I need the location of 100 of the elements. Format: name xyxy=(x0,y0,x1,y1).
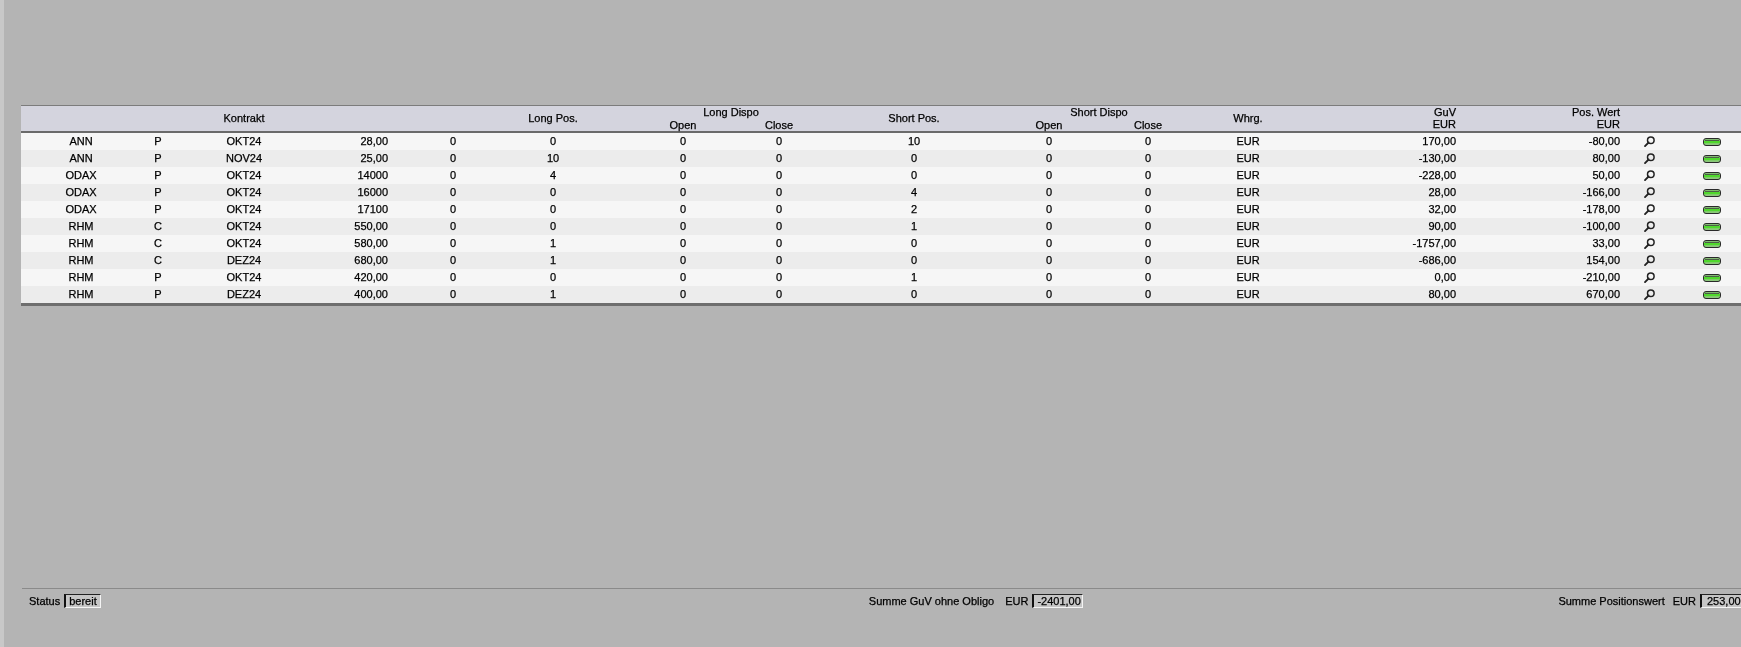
table-cell: -166,00 xyxy=(1460,183,1624,201)
table-cell: 0 xyxy=(731,217,846,235)
table-cell: 0 xyxy=(731,183,846,201)
search-icon[interactable] xyxy=(1643,238,1655,250)
search-icon[interactable] xyxy=(1643,204,1655,216)
table-cell: EUR xyxy=(1198,131,1300,150)
capsule-icon[interactable] xyxy=(1703,137,1721,146)
table-cell: 17100 xyxy=(309,200,392,218)
table-cell: DEZ24 xyxy=(201,285,309,304)
table-cell: 0 xyxy=(392,131,503,150)
table-cell: OKT24 xyxy=(201,166,309,184)
table-cell: 0 xyxy=(1098,131,1198,150)
table-cell: 0 xyxy=(618,200,731,218)
table-cell: EUR xyxy=(1198,166,1300,184)
currency-label: EUR xyxy=(1672,595,1696,607)
table-cell: ODAX xyxy=(21,183,120,201)
sum-field: 253,00 xyxy=(1700,594,1741,608)
capsule-icon[interactable] xyxy=(1703,290,1721,299)
table-cell: RHM xyxy=(21,268,120,286)
table-cell: 154,00 xyxy=(1460,251,1624,269)
column-header: Close xyxy=(1098,118,1198,132)
table-cell: 4 xyxy=(503,166,618,184)
table-cell: 0 xyxy=(503,217,618,235)
sum-field: -2401,00 xyxy=(1032,594,1084,608)
search-icon[interactable] xyxy=(1643,221,1655,233)
capsule-icon[interactable] xyxy=(1703,154,1721,163)
column-header: Long Pos. xyxy=(503,105,618,132)
table-cell: 680,00 xyxy=(309,251,392,269)
table-cell: 1 xyxy=(846,268,981,286)
table-cell: RHM xyxy=(21,285,120,304)
column-header: Open xyxy=(981,118,1098,132)
table-cell: 16000 xyxy=(309,183,392,201)
search-icon[interactable] xyxy=(1643,255,1655,267)
unit-label: EUR xyxy=(1595,118,1620,131)
capsule-icon[interactable] xyxy=(1703,188,1721,197)
table-cell: 50,00 xyxy=(1460,166,1624,184)
table-cell: EUR xyxy=(1198,268,1300,286)
capsule-icon[interactable] xyxy=(1703,205,1721,214)
capsule-icon[interactable] xyxy=(1703,273,1721,282)
table-cell: -686,00 xyxy=(1300,251,1460,269)
table-cell: -1757,00 xyxy=(1300,234,1460,252)
table-cell: OKT24 xyxy=(201,183,309,201)
table-cell: 0 xyxy=(981,200,1098,218)
column-header: Short Dispo xyxy=(981,105,1198,119)
table-cell: 420,00 xyxy=(309,268,392,286)
currency-label: EUR xyxy=(1005,595,1029,607)
table-cell: RHM xyxy=(21,217,120,235)
table-cell: 0 xyxy=(731,268,846,286)
table-cell: 0 xyxy=(1098,234,1198,252)
table-cell: OKT24 xyxy=(201,217,309,235)
table-cell: 170,00 xyxy=(1300,131,1460,150)
table-cell: 0 xyxy=(1098,268,1198,286)
sum-label: Summe GuV ohne Obligo xyxy=(868,595,995,607)
table-cell: 400,00 xyxy=(309,285,392,304)
search-icon[interactable] xyxy=(1643,136,1655,148)
table-cell: 0 xyxy=(846,251,981,269)
table-cell: 0 xyxy=(618,149,731,167)
table-cell: 0 xyxy=(981,217,1098,235)
table-cell: RHM xyxy=(21,234,120,252)
table-cell: EUR xyxy=(1198,234,1300,252)
capsule-icon[interactable] xyxy=(1703,222,1721,231)
table-cell: 0 xyxy=(731,166,846,184)
capsule-icon[interactable] xyxy=(1703,171,1721,180)
table-cell: 550,00 xyxy=(309,217,392,235)
search-icon[interactable] xyxy=(1643,153,1655,165)
table-cell: 25,00 xyxy=(309,149,392,167)
table-cell: 0 xyxy=(731,285,846,304)
search-icon[interactable] xyxy=(1643,187,1655,199)
search-icon[interactable] xyxy=(1643,170,1655,182)
table-cell: DEZ24 xyxy=(201,251,309,269)
unit-label: EUR xyxy=(1431,118,1456,131)
table-cell: 0 xyxy=(392,149,503,167)
table-cell: 0 xyxy=(981,183,1098,201)
table-cell: 0 xyxy=(731,131,846,150)
table-cell: -80,00 xyxy=(1460,131,1624,150)
column-header: GuV xyxy=(1433,106,1456,119)
table-cell: 0 xyxy=(392,285,503,304)
table-cell: 1 xyxy=(503,234,618,252)
table-cell: 0 xyxy=(392,234,503,252)
table-cell: ODAX xyxy=(21,166,120,184)
table-cell: 0 xyxy=(1098,200,1198,218)
column-header: Pos. Wert xyxy=(1570,106,1620,119)
capsule-icon[interactable] xyxy=(1703,239,1721,248)
search-icon[interactable] xyxy=(1643,289,1655,301)
table-cell: 0 xyxy=(846,149,981,167)
table-cell: 0,00 xyxy=(1300,268,1460,286)
table-cell: 0 xyxy=(392,251,503,269)
table-cell: 0 xyxy=(503,268,618,286)
table-cell: 0 xyxy=(846,166,981,184)
table-cell: 0 xyxy=(392,200,503,218)
table-cell: 0 xyxy=(618,251,731,269)
table-cell: 0 xyxy=(981,251,1098,269)
table-cell: 0 xyxy=(392,268,503,286)
search-icon[interactable] xyxy=(1643,272,1655,284)
table-cell: 1 xyxy=(503,251,618,269)
table-cell: OKT24 xyxy=(201,131,309,150)
capsule-icon[interactable] xyxy=(1703,256,1721,265)
table-cell: EUR xyxy=(1198,251,1300,269)
table-cell: 4 xyxy=(846,183,981,201)
table-cell: 0 xyxy=(846,285,981,304)
